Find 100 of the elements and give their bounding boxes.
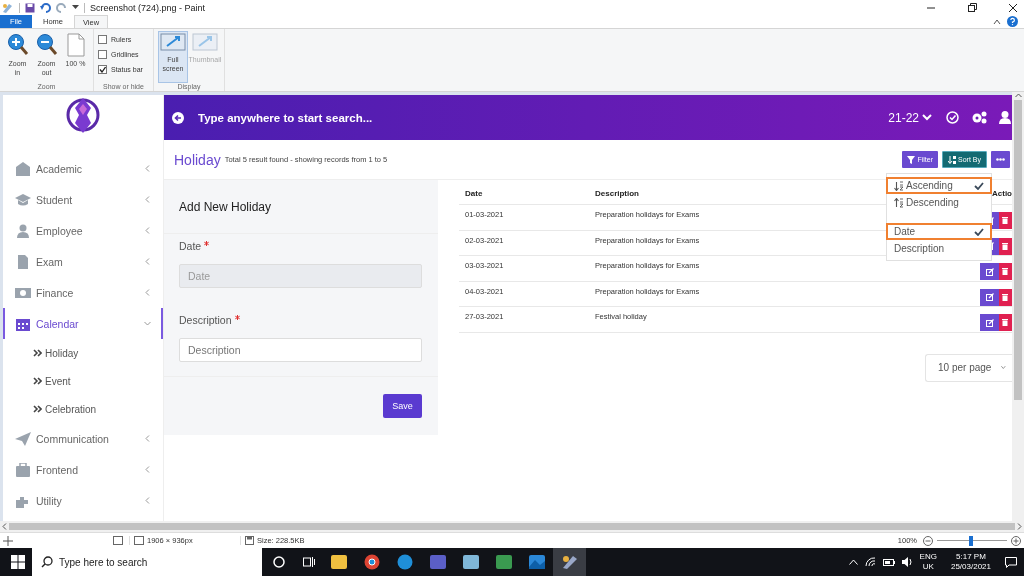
column-header: Date	[464, 188, 484, 198]
more-button[interactable]	[991, 151, 1010, 168]
sidebar-item[interactable]: Employee	[3, 215, 163, 246]
paint-app-icon	[2, 1, 14, 14]
search-field[interactable]: Type anywhere to start search...	[198, 111, 458, 124]
column-header: Description	[595, 188, 640, 198]
close-icon[interactable]	[1008, 2, 1018, 13]
selection-icon	[113, 536, 123, 545]
network-icon[interactable]	[864, 557, 876, 567]
sidebar-item[interactable]: Student	[3, 184, 163, 215]
delete-button[interactable]	[999, 237, 1012, 255]
delete-button[interactable]	[999, 288, 1012, 306]
edit-icon	[985, 267, 994, 276]
clock-date[interactable]: 25/03/2021	[950, 562, 991, 572]
sort-menu-item[interactable]: Descending	[886, 194, 992, 211]
zoom-in-icon[interactable]	[1011, 535, 1021, 546]
battery-icon[interactable]	[882, 558, 895, 566]
trash-icon	[1002, 217, 1008, 224]
more-icon	[996, 158, 1005, 161]
menu-icon	[15, 223, 31, 238]
collapse-ribbon-icon[interactable]	[993, 18, 1001, 25]
session-dropdown[interactable]: 21-22	[888, 110, 932, 125]
edit-icon	[985, 293, 994, 301]
back-arrow-icon[interactable]	[172, 111, 184, 124]
sort-menu-item[interactable]: Date	[886, 223, 992, 240]
window-title: Screenshot (724).png - Paint	[90, 2, 206, 13]
sidebar-item[interactable]: Frontend	[3, 454, 163, 485]
delete-button[interactable]	[999, 314, 1012, 331]
edit-button[interactable]	[980, 263, 999, 280]
sidebar-item[interactable]: Calendar	[3, 308, 163, 339]
region-indicator[interactable]: UK	[922, 562, 934, 572]
chevron-icon	[144, 497, 151, 504]
menu-icon	[15, 462, 31, 477]
zoom-in-icon	[6, 33, 29, 57]
maximize-icon[interactable]	[967, 2, 977, 13]
double-chevron-icon	[33, 405, 42, 413]
submenu-item[interactable]: Holiday	[3, 339, 163, 367]
screen-icon	[191, 33, 218, 53]
edit-button[interactable]	[980, 314, 999, 331]
chevron-icon	[144, 289, 151, 296]
sidebar-item[interactable]: Communication	[3, 423, 163, 454]
page-icon	[66, 33, 85, 57]
delete-button[interactable]	[999, 212, 1012, 229]
edit-button[interactable]	[980, 288, 999, 306]
menu-icon	[15, 431, 31, 446]
chevron-icon	[144, 165, 151, 172]
language-indicator[interactable]: ENG	[919, 552, 937, 562]
column-header: Actio	[992, 188, 1012, 198]
chevron-up-icon[interactable]	[848, 559, 858, 565]
chevron-icon	[144, 227, 151, 234]
form-title: Add New Holiday	[179, 199, 272, 214]
sidebar-item[interactable]: Academic	[3, 153, 163, 184]
menu-icon	[15, 192, 31, 207]
clock-time[interactable]: 5:17 PM	[956, 552, 986, 562]
chevron-icon	[144, 258, 151, 265]
user-icon[interactable]	[999, 111, 1011, 124]
menu-icon	[15, 161, 31, 176]
move-icon	[3, 535, 13, 546]
field-label: Date	[179, 240, 422, 252]
save-button[interactable]: Save	[383, 394, 422, 418]
input-field[interactable]: Description	[179, 338, 422, 362]
logo-icon	[65, 96, 101, 134]
submenu-item[interactable]: Celebration	[3, 395, 163, 423]
check-circle-icon[interactable]	[946, 111, 959, 124]
undo-icon[interactable]	[40, 2, 51, 13]
task-view-icon[interactable]	[303, 556, 315, 568]
checkmark-icon	[99, 66, 106, 73]
vertical-scrollbar[interactable]	[1012, 92, 1024, 521]
sidebar-item[interactable]: Utility	[3, 485, 163, 516]
chevron-down-icon	[1001, 365, 1006, 370]
zoom-out-icon	[35, 33, 58, 57]
windows-start-icon[interactable]	[11, 555, 25, 569]
taskbar-app-icon[interactable]	[553, 548, 586, 576]
cortana-icon[interactable]	[273, 556, 285, 568]
submenu-item[interactable]: Event	[3, 367, 163, 395]
chevron-icon	[144, 320, 151, 327]
save-icon[interactable]	[25, 2, 35, 13]
sidebar-item[interactable]: Exam	[3, 246, 163, 277]
dropdown-caret-icon[interactable]	[72, 5, 79, 10]
taskbar-search-field[interactable]: Type here to search	[32, 548, 262, 576]
double-chevron-icon	[33, 377, 42, 385]
chevron-icon	[144, 196, 151, 203]
zoom-out-icon[interactable]	[923, 535, 933, 546]
checkmark-icon	[974, 181, 984, 190]
per-page-select[interactable]: 10 per page	[925, 353, 1012, 382]
screen-icon	[159, 33, 186, 53]
sort-ascending-icon	[894, 180, 904, 191]
edit-icon	[985, 318, 994, 327]
zoom-slider[interactable]	[937, 535, 1007, 546]
volume-icon[interactable]	[901, 557, 913, 567]
image-size-icon	[134, 536, 144, 545]
sidebar-item[interactable]: Finance	[3, 277, 163, 308]
checkmark-icon	[974, 227, 984, 236]
sort-menu-item[interactable]: Ascending	[886, 177, 992, 194]
help-icon[interactable]	[1007, 16, 1018, 27]
trash-icon	[1002, 242, 1008, 250]
settings-icon[interactable]	[971, 111, 987, 124]
delete-button[interactable]	[999, 263, 1012, 280]
notification-icon[interactable]	[1005, 556, 1017, 568]
sort-menu-item[interactable]: Description	[886, 240, 992, 257]
